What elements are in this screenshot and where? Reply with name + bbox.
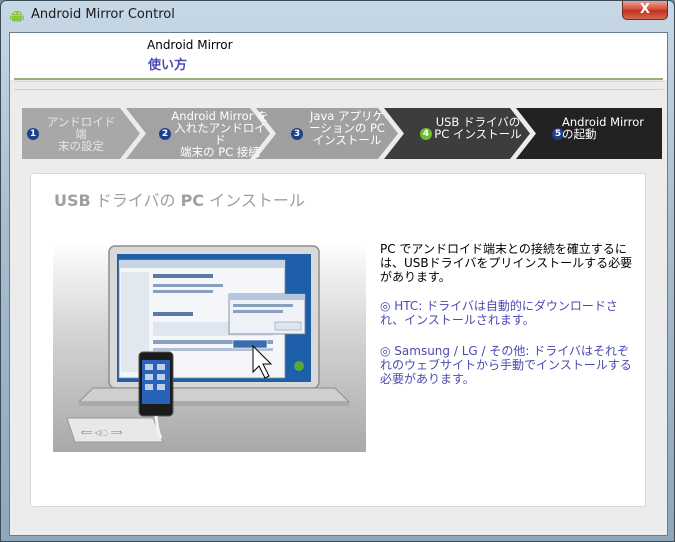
step-3-label[interactable]: Java アプリケ ーションの PC インストール <box>302 110 392 146</box>
heading-driver: ドライバの <box>90 191 181 210</box>
step-4-label[interactable]: USB ドライバの PC インストール <box>430 116 526 140</box>
step-2-label[interactable]: Android Mirror を 入れたアンドロイド 端末の PC 接続 <box>170 110 270 158</box>
description-htc: ◎ HTC: ドライバは自動的にダウンロードされ、インストールされます。 <box>380 299 618 327</box>
android-icon <box>9 8 25 24</box>
step-4-label-line-2: PC インストール <box>434 127 522 141</box>
step-1-label[interactable]: アンドロイド端 末の設定 <box>41 116 121 152</box>
step-1-label-line-1: アンドロイド端 <box>46 115 116 141</box>
header-divider-grey <box>14 89 663 90</box>
heading-usb: USB <box>54 191 91 210</box>
step-5-label[interactable]: Android Mirror の起動 <box>562 116 658 140</box>
svg-text:⟸ ◁◌ ⟹: ⟸ ◁◌ ⟹ <box>81 428 123 437</box>
app-window: Android Mirror Control X Android Mirror … <box>0 0 675 542</box>
panel-heading: USB ドライバの PC インストール <box>54 187 305 211</box>
laptop-phone-illustration: ⟸ ◁◌ ⟹ <box>53 242 366 452</box>
close-button[interactable]: X <box>622 1 668 20</box>
step-1-number: 1 <box>27 128 39 140</box>
content-panel: USB ドライバの PC インストール ⟸ ◁◌ ⟹ PC でアンドロイド端末と… <box>30 173 646 507</box>
header: Android Mirror 使い方 <box>10 33 667 80</box>
window-title: Android Mirror Control <box>31 7 175 22</box>
step-5-label-line-2: の起動 <box>562 127 597 141</box>
app-name: Android Mirror <box>147 38 233 52</box>
description-intro: PC でアンドロイド端末との接続を確立するには、USBドライバをプリインストール… <box>380 242 633 284</box>
heading-install: インストール <box>204 191 305 210</box>
step-progress-bar: 1 アンドロイド端 末の設定 2 Android Mirror を 入れたアンド… <box>22 108 662 159</box>
header-divider <box>14 78 663 80</box>
step-1-label-line-2: 末の設定 <box>58 139 104 153</box>
step-2-label-line-3: 端末の PC 接続 <box>180 145 260 159</box>
heading-pc: PC <box>180 191 205 210</box>
title-bar[interactable]: Android Mirror Control X <box>1 1 674 31</box>
description-other-brands: ◎ Samsung / LG / その他: ドライバはそれぞれのウェブサイトから… <box>380 344 632 386</box>
page-title: 使い方 <box>148 58 188 73</box>
header-divider-light <box>14 81 663 82</box>
client-area: Android Mirror 使い方 1 アンドロイド端 末の設定 2 Andr… <box>9 32 668 536</box>
step-3-label-line-3: インストール <box>312 133 382 147</box>
step-2-label-line-2: 入れたアンドロイド <box>174 121 266 147</box>
